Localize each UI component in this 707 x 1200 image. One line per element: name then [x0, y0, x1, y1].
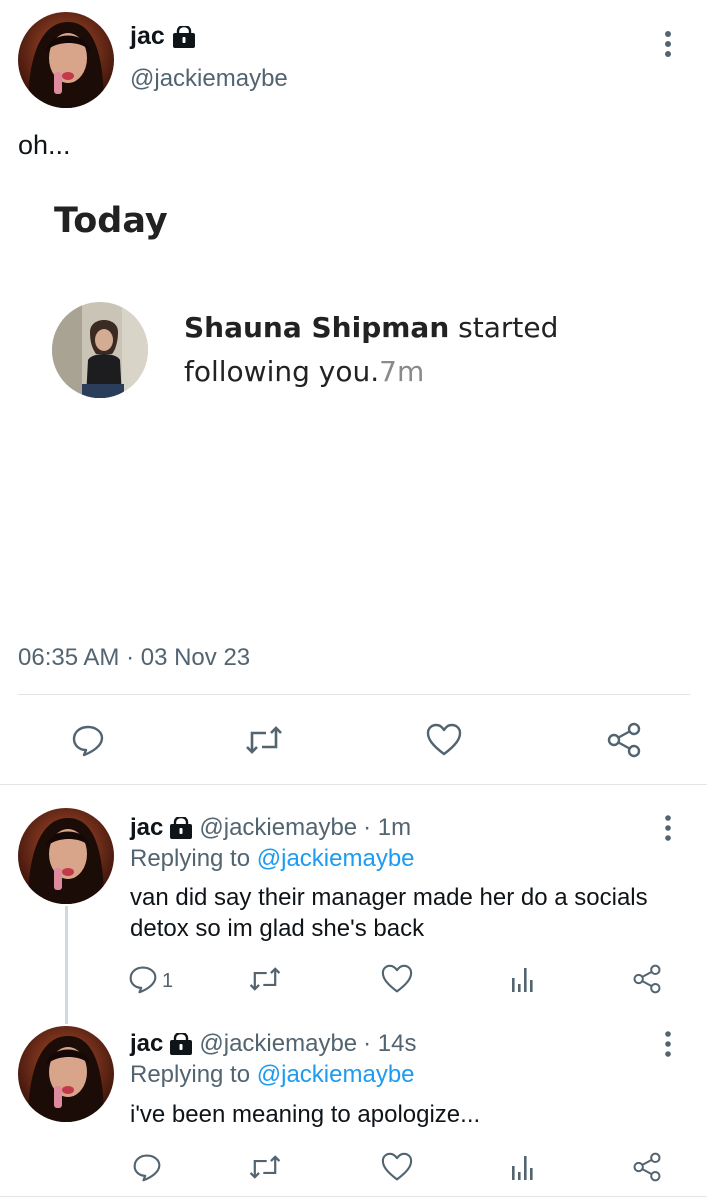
reply-button[interactable]: 1 — [128, 964, 173, 999]
notification-text: Shauna Shipman started following you.7m — [184, 306, 584, 394]
author-avatar[interactable] — [18, 12, 114, 108]
reply-icon[interactable] — [64, 716, 112, 764]
replying-to: Replying to @jackiemaybe — [130, 1061, 415, 1089]
notification-section-title: Today — [54, 201, 168, 241]
reply-time: · 1m — [363, 814, 412, 841]
retweet-icon[interactable] — [248, 966, 282, 997]
reply-header: jac @jackiemaybe · 14s — [130, 1030, 417, 1058]
notification-user-name: Shauna Shipman — [184, 311, 450, 344]
author-name-row: jac — [130, 22, 196, 51]
reply-avatar[interactable] — [18, 1026, 114, 1122]
lock-icon — [169, 815, 193, 839]
heart-icon[interactable] — [420, 716, 468, 764]
replying-to-mention[interactable]: @jackiemaybe — [257, 845, 415, 872]
tweet-action-bar — [0, 712, 707, 768]
notification-action-part2: following you. — [184, 355, 380, 388]
reply-author-handle[interactable]: @jackiemaybe — [199, 1030, 357, 1058]
reply-header: jac @jackiemaybe · 1m — [130, 814, 411, 842]
views-icon[interactable] — [510, 1152, 536, 1187]
reply-text: van did say their manager made her do a … — [130, 884, 648, 942]
tweet-text: oh... — [18, 130, 71, 160]
retweet-icon[interactable] — [248, 1154, 282, 1185]
notification-avatar — [52, 302, 148, 398]
replying-to-label: Replying to — [130, 1061, 257, 1088]
reply-count: 1 — [162, 970, 174, 992]
more-vertical-icon[interactable] — [656, 30, 680, 60]
views-icon[interactable] — [510, 964, 536, 999]
more-vertical-icon[interactable] — [656, 1030, 680, 1063]
reply-author-name[interactable]: jac — [130, 1030, 163, 1058]
divider — [18, 694, 690, 695]
reply-icon[interactable] — [132, 1152, 162, 1187]
thread-line — [65, 906, 68, 1024]
reply-avatar[interactable] — [18, 808, 114, 904]
reply-icon — [128, 964, 158, 999]
replying-to: Replying to @jackiemaybe — [130, 845, 415, 873]
notification-time: 7m — [379, 355, 425, 388]
lock-icon — [169, 1031, 193, 1055]
author-name[interactable]: jac — [130, 22, 165, 51]
reply-text: i've been meaning to apologize... — [130, 1101, 481, 1128]
replying-to-label: Replying to — [130, 845, 257, 872]
divider — [0, 784, 707, 785]
reply-time: · 14s — [363, 1030, 417, 1057]
lock-icon — [172, 24, 196, 48]
divider — [0, 1196, 707, 1197]
share-icon[interactable] — [600, 716, 648, 764]
share-icon[interactable] — [632, 964, 662, 999]
notification-action-part1: started — [449, 311, 559, 344]
reply-author-handle[interactable]: @jackiemaybe — [199, 814, 357, 842]
author-handle[interactable]: @jackiemaybe — [130, 65, 288, 93]
retweet-icon[interactable] — [240, 716, 288, 764]
share-icon[interactable] — [632, 1152, 662, 1187]
heart-icon[interactable] — [381, 1152, 413, 1187]
more-vertical-icon[interactable] — [656, 814, 680, 847]
tweet-timestamp[interactable]: 06:35 AM · 03 Nov 23 — [18, 644, 250, 672]
heart-icon[interactable] — [381, 964, 413, 999]
replying-to-mention[interactable]: @jackiemaybe — [257, 1061, 415, 1088]
reply-author-name[interactable]: jac — [130, 814, 163, 842]
